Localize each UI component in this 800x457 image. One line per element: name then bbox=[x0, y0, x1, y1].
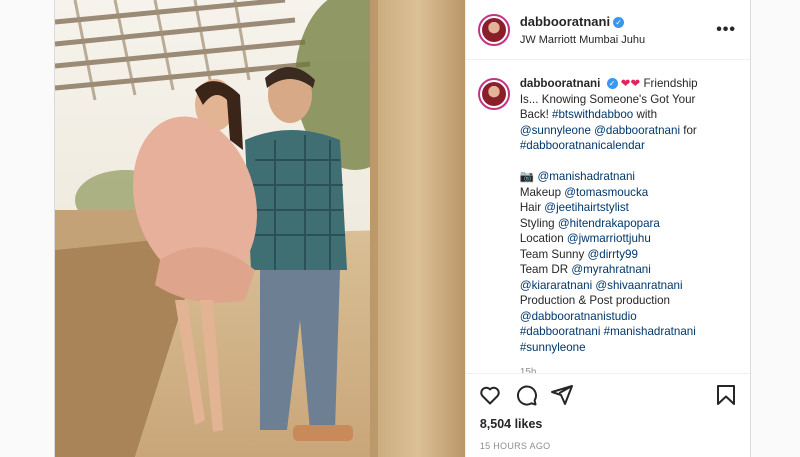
caption-line: @kiararatnani @shivaanratnani bbox=[520, 278, 730, 294]
caption-line: Team Sunny @dirrty99 bbox=[520, 247, 730, 263]
mention-link[interactable]: @sunnyleone bbox=[520, 124, 591, 137]
verified-badge-icon: ✓ bbox=[606, 78, 618, 89]
mention-link[interactable]: @jwmarriottjuhu bbox=[567, 232, 651, 245]
caption-text: for bbox=[680, 123, 697, 137]
bookmark-icon[interactable] bbox=[714, 383, 738, 407]
caption-author[interactable]: dabbooratnani bbox=[520, 77, 601, 90]
caption-text: Hair bbox=[519, 201, 545, 214]
mention-link[interactable]: @tomasmoucka bbox=[564, 186, 648, 199]
hashtag-link[interactable]: #manishadratnani bbox=[604, 325, 696, 338]
mention-link[interactable]: @kiararatnani bbox=[520, 279, 592, 292]
caption-line: dabbooratnani ✓ ❤❤ Friendship bbox=[520, 76, 730, 92]
mention-link[interactable]: @dirrty99 bbox=[587, 248, 637, 261]
hashtag-link[interactable]: #sunnyleone bbox=[520, 341, 586, 354]
caption-line: @dabbooratnanistudio bbox=[520, 309, 730, 325]
avatar-image bbox=[481, 82, 506, 106]
caption-line: 📷 @manishadratnani bbox=[520, 169, 730, 185]
caption-line: Location @jwmarriottjuhu bbox=[520, 231, 730, 247]
caption-text: Team DR bbox=[519, 263, 572, 276]
action-bar bbox=[465, 373, 750, 415]
caption-line: #sunnyleone bbox=[520, 340, 730, 356]
caption-line: Production & Post production bbox=[519, 294, 670, 307]
caption-text: with bbox=[633, 108, 658, 121]
verified-badge-icon: ✓ bbox=[613, 17, 625, 29]
heart-emoji: ❤❤ bbox=[620, 77, 641, 90]
hashtag-link[interactable]: #btswithdabboo bbox=[552, 108, 633, 121]
caption-line: @sunnyleone @dabbooratnani for bbox=[520, 123, 730, 139]
caption-text: Friendship bbox=[643, 77, 698, 90]
hashtag-link[interactable]: #dabbooratnani bbox=[520, 325, 601, 338]
camera-icon: 📷 bbox=[519, 170, 535, 183]
mention-link[interactable]: @jeetihairtstylist bbox=[544, 201, 629, 214]
post-photo-illustration bbox=[55, 0, 465, 457]
caption-line: Makeup @tomasmoucka bbox=[520, 185, 730, 201]
caption-area: dabbooratnani ✓ ❤❤ Friendship Is... Know… bbox=[466, 60, 750, 373]
more-options-icon[interactable]: ••• bbox=[716, 21, 736, 39]
caption-line: Is... Knowing Someone's Got Your bbox=[519, 92, 696, 106]
caption-text: Team Sunny bbox=[519, 247, 588, 261]
caption-line: #dabbooratnanicalendar bbox=[520, 138, 730, 154]
post-photo[interactable] bbox=[55, 0, 465, 457]
mention-link[interactable]: @hitendrakapopara bbox=[558, 217, 660, 230]
mention-link[interactable]: @myrahratnani bbox=[571, 263, 650, 276]
author-avatar[interactable] bbox=[477, 13, 510, 46]
mention-link[interactable]: @dabbooratnani bbox=[594, 124, 680, 137]
post-location[interactable]: JW Marriott Mumbai Juhu bbox=[520, 34, 716, 47]
mention-link[interactable]: @shivaanratnani bbox=[595, 279, 682, 292]
comment-icon[interactable] bbox=[514, 383, 538, 407]
caption-line: #dabbooratnani #manishadratnani bbox=[520, 324, 730, 340]
caption-line: Back! #btswithdabboo with bbox=[520, 107, 730, 123]
hashtag-link[interactable]: #dabbooratnanicalendar bbox=[520, 139, 645, 152]
post-caption: dabbooratnani ✓ ❤❤ Friendship Is... Know… bbox=[520, 76, 730, 373]
caption-text: Styling bbox=[519, 216, 558, 230]
caption-avatar[interactable] bbox=[477, 78, 510, 110]
likes-count[interactable]: 8,504 likes bbox=[466, 417, 750, 431]
instagram-post: dabbooratnani ✓ JW Marriott Mumbai Juhu •… bbox=[54, 0, 751, 457]
author-username[interactable]: dabbooratnani bbox=[520, 14, 610, 29]
mention-link[interactable]: @dabbooratnanistudio bbox=[520, 310, 637, 323]
caption-text: Back! bbox=[519, 108, 553, 121]
caption-text: Location bbox=[519, 232, 567, 245]
caption-line: Team DR @myrahratnani bbox=[520, 262, 730, 278]
avatar-image bbox=[481, 17, 506, 42]
post-sidebar: dabbooratnani ✓ JW Marriott Mumbai Juhu •… bbox=[464, 0, 750, 457]
caption-text: Makeup bbox=[519, 185, 565, 199]
posted-time[interactable]: 15 HOURS AGO bbox=[466, 441, 750, 451]
mention-link[interactable]: @manishadratnani bbox=[537, 170, 635, 183]
post-header: dabbooratnani ✓ JW Marriott Mumbai Juhu •… bbox=[465, 0, 750, 60]
paper-plane-icon[interactable] bbox=[550, 383, 574, 407]
header-text: dabbooratnani ✓ JW Marriott Mumbai Juhu bbox=[520, 12, 716, 46]
caption-age[interactable]: 15h bbox=[520, 365, 730, 373]
caption-line: Hair @jeetihairtstylist bbox=[520, 200, 730, 216]
heart-icon[interactable] bbox=[478, 383, 502, 407]
caption-line: Styling @hitendrakapopara bbox=[520, 216, 730, 232]
